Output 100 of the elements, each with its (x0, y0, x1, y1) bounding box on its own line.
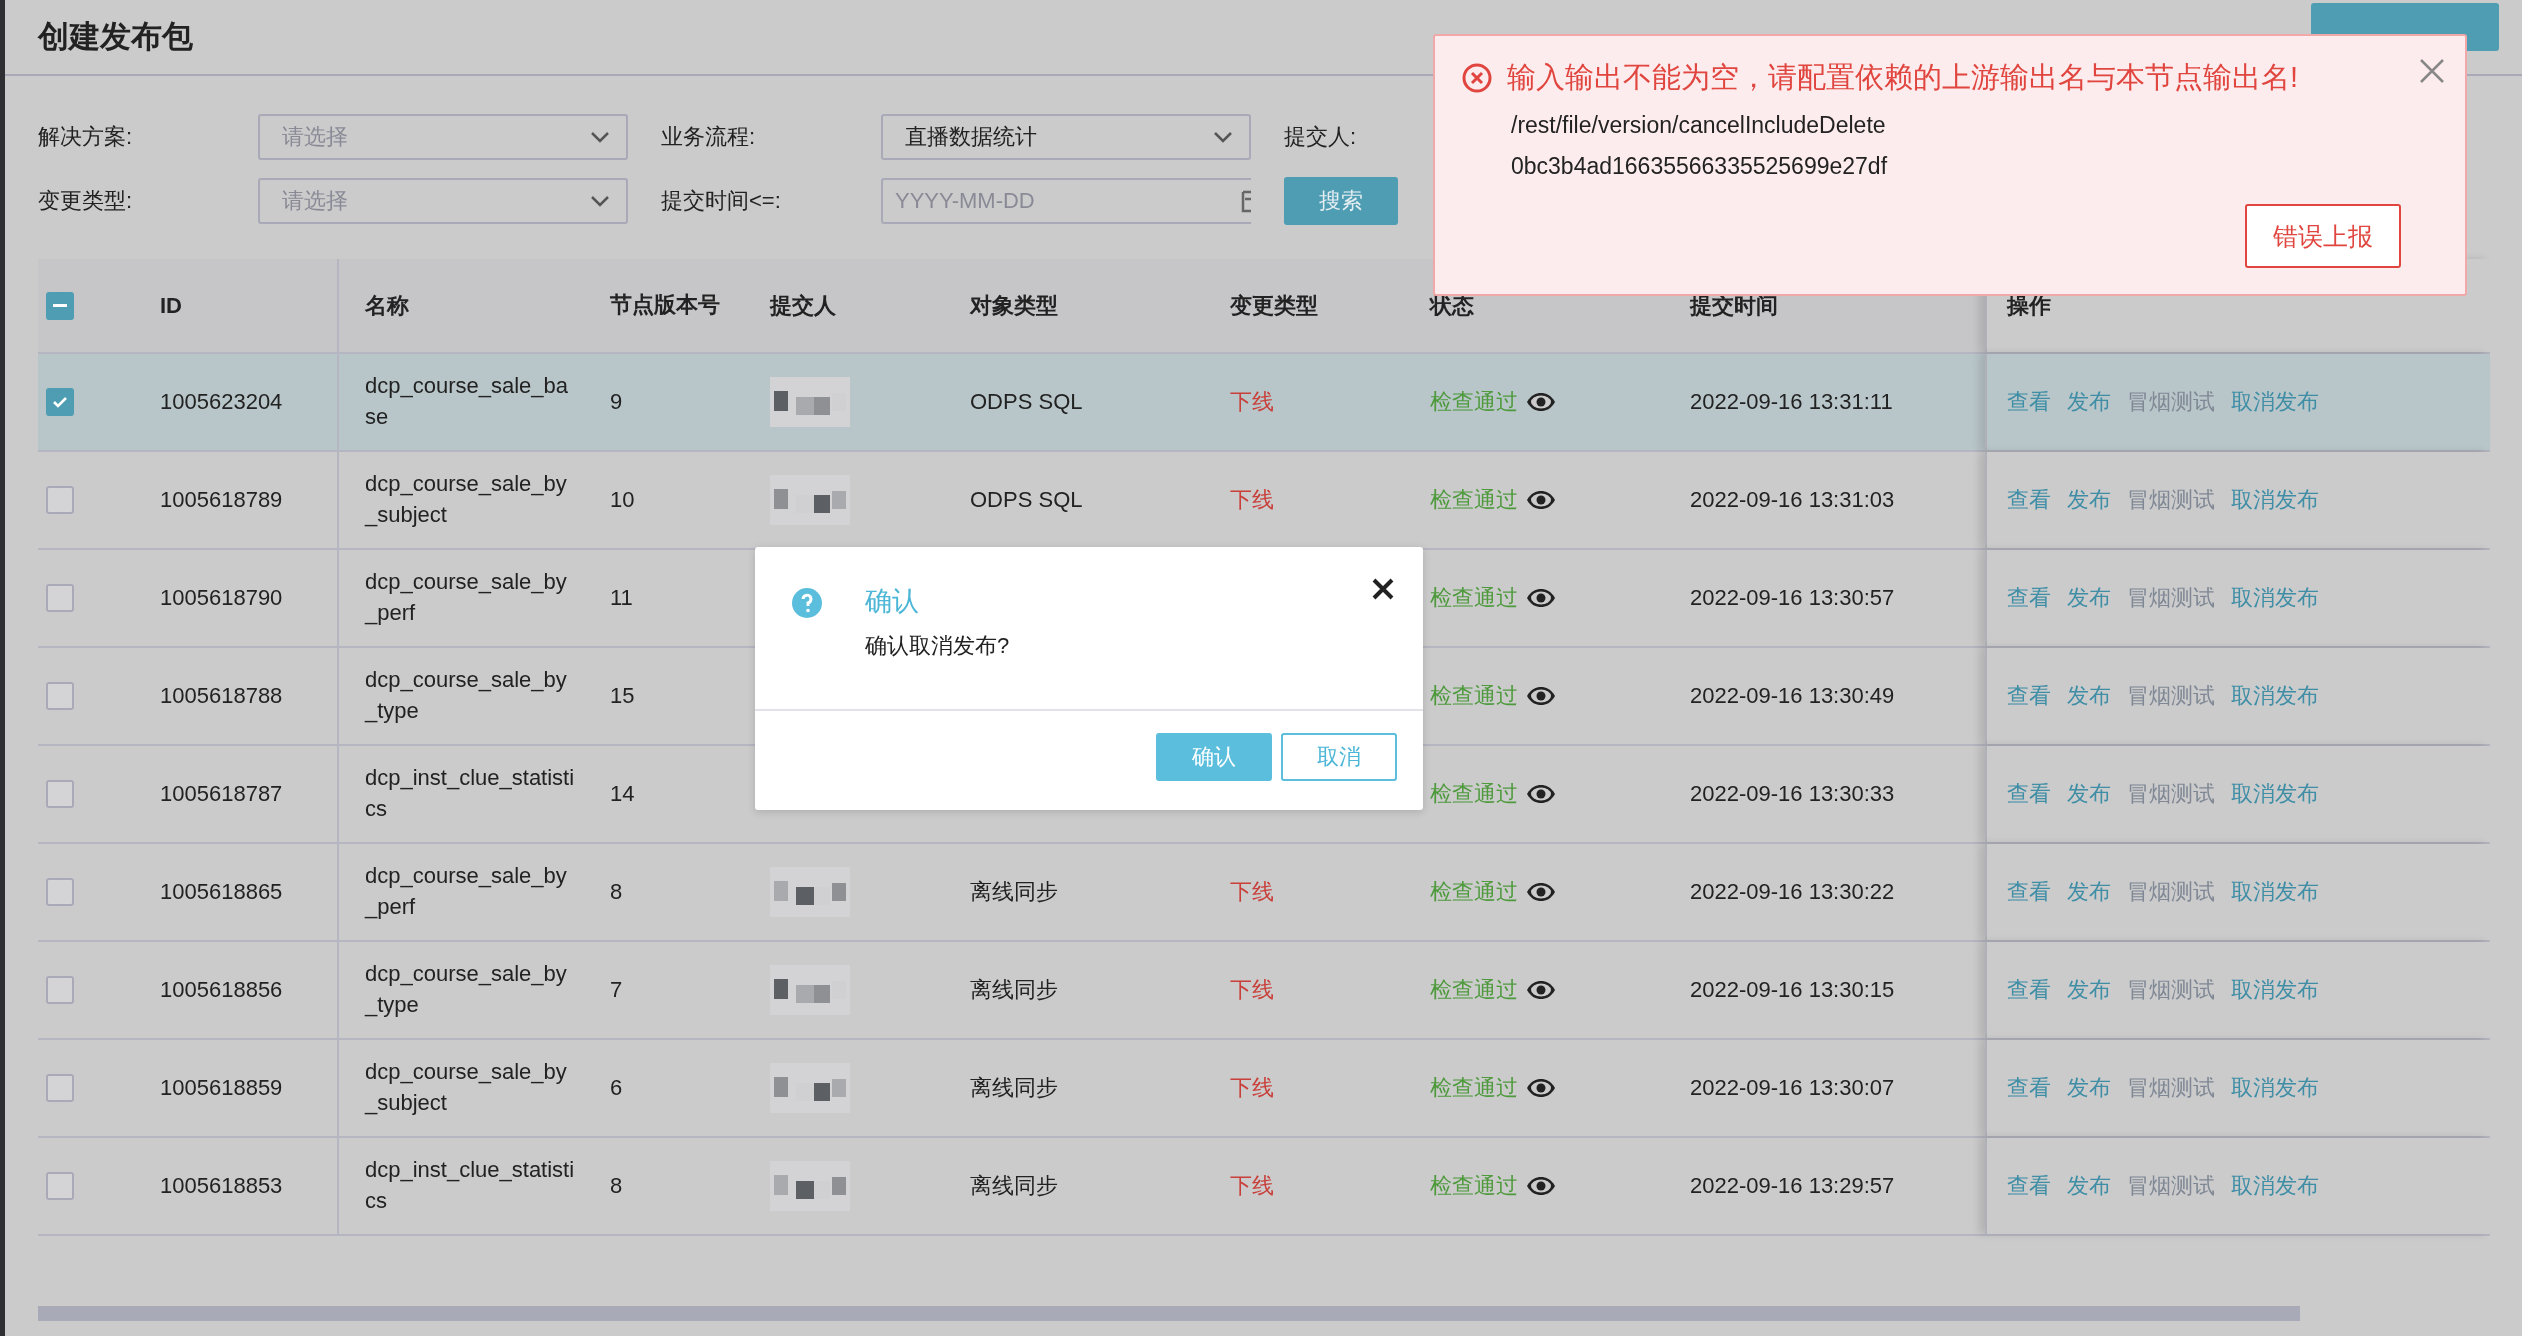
action-link[interactable]: 发布 (2067, 877, 2111, 907)
table-cell-text: 6 (610, 1074, 623, 1103)
action-link[interactable]: 发布 (2067, 975, 2111, 1005)
table-cell-text: 8 (610, 878, 623, 907)
status-text: 检查通过 (1430, 976, 1518, 1005)
action-link[interactable]: 发布 (2067, 485, 2111, 515)
action-link[interactable]: 取消发布 (2231, 387, 2319, 417)
action-link[interactable]: 发布 (2067, 387, 2111, 417)
action-link[interactable]: 取消发布 (2231, 779, 2319, 809)
minus-icon (53, 303, 67, 308)
table-cell-text: 2022-09-16 13:30:49 (1690, 682, 1895, 711)
column-header: 操作 (2007, 291, 2051, 320)
header-checkbox[interactable] (46, 291, 74, 320)
report-button[interactable]: 错误上报 (2245, 204, 2401, 268)
eye-icon[interactable] (1526, 784, 1556, 804)
scrollbar[interactable] (38, 1306, 2300, 1321)
table-cell-text: 2022-09-16 13:30:33 (1690, 780, 1895, 809)
action-link[interactable]: 取消发布 (2231, 877, 2319, 907)
table-cell-text: 1005623204 (160, 388, 283, 417)
table-cell-text: 14 (610, 780, 635, 809)
confirm-button[interactable]: 确认 (1156, 733, 1272, 781)
table-cell-text: 2022-09-16 13:30:15 (1690, 976, 1895, 1005)
status-text: 检查通过 (1430, 780, 1518, 809)
error-detail: /rest/file/version/cancelIncludeDelete (1511, 112, 1887, 139)
table-cell-text: 离线同步 (970, 878, 1058, 907)
row-checkbox[interactable] (46, 976, 74, 1004)
action-link[interactable]: 查看 (2007, 1171, 2051, 1201)
eye-icon[interactable] (1526, 980, 1556, 1000)
action-link[interactable]: 取消发布 (2231, 583, 2319, 613)
table-cell-text: ODPS SQL (970, 486, 1083, 515)
eye-icon[interactable] (1526, 1078, 1556, 1098)
row-checkbox[interactable] (46, 878, 74, 906)
action-link[interactable]: 取消发布 (2231, 975, 2319, 1005)
action-link[interactable]: 取消发布 (2231, 681, 2319, 711)
column-header: ID (160, 291, 182, 320)
action-link[interactable]: 发布 (2067, 1073, 2111, 1103)
row-checkbox[interactable] (46, 388, 74, 416)
status-text: 检查通过 (1430, 486, 1518, 515)
table-cell-text: 1005618789 (160, 486, 283, 515)
action-link[interactable]: 查看 (2007, 877, 2051, 907)
row-checkbox[interactable] (46, 780, 74, 808)
page-title: 创建发布包 (38, 18, 193, 56)
status-text: 检查通过 (1430, 682, 1518, 711)
table-cell-text: 7 (610, 976, 623, 1005)
table-cell-text: 下线 (1230, 878, 1274, 907)
action-link[interactable]: 查看 (2007, 681, 2051, 711)
select-field[interactable]: 直播数据统计 (881, 114, 1251, 160)
date-field[interactable]: YYYY-MM-DD (881, 178, 1251, 224)
table-cell-text: dcp_course_sale_by_type (365, 666, 568, 725)
table-cell-text: 下线 (1230, 976, 1274, 1005)
filter-label: 变更类型: (38, 187, 134, 215)
status-text: 检查通过 (1430, 1172, 1518, 1201)
action-link[interactable]: 查看 (2007, 779, 2051, 809)
table-cell-text: 2022-09-16 13:30:07 (1690, 1074, 1895, 1103)
eye-icon[interactable] (1526, 588, 1556, 608)
action-link[interactable]: 取消发布 (2231, 1171, 2319, 1201)
status-text: 检查通过 (1430, 878, 1518, 907)
action-link[interactable]: 查看 (2007, 583, 2051, 613)
action-link[interactable]: 取消发布 (2231, 485, 2319, 515)
table-cell-text: 1005618853 (160, 1172, 283, 1201)
select-field[interactable]: 请选择 (258, 178, 628, 224)
close-icon[interactable] (1371, 577, 1395, 601)
eye-icon[interactable] (1526, 1176, 1556, 1196)
row-checkbox[interactable] (46, 486, 74, 514)
dialog-title: 确认 (865, 585, 919, 618)
table-cell-text: 2022-09-16 13:31:03 (1690, 486, 1895, 515)
row-checkbox[interactable] (46, 682, 74, 710)
table-cell-text: 2022-09-16 13:30:57 (1690, 584, 1895, 613)
filter-label: 业务流程: (661, 123, 757, 151)
action-link[interactable]: 查看 (2007, 485, 2051, 515)
action-link[interactable]: 发布 (2067, 1171, 2111, 1201)
search-button[interactable]: 搜索 (1284, 177, 1398, 225)
action-link[interactable]: 查看 (2007, 975, 2051, 1005)
table-cell-text: dcp_course_sale_by_type (365, 960, 568, 1019)
eye-icon[interactable] (1526, 882, 1556, 902)
select-field[interactable]: 请选择 (258, 114, 628, 160)
action-link[interactable]: 查看 (2007, 387, 2051, 417)
row-checkbox[interactable] (46, 1172, 74, 1200)
row-checkbox[interactable] (46, 584, 74, 612)
eye-icon[interactable] (1526, 490, 1556, 510)
row-checkbox[interactable] (46, 1074, 74, 1102)
action-link[interactable]: 查看 (2007, 1073, 2051, 1103)
eye-icon[interactable] (1526, 686, 1556, 706)
cancel-button[interactable]: 取消 (1281, 733, 1397, 781)
table-cell-text: 离线同步 (970, 976, 1058, 1005)
action-link[interactable]: 发布 (2067, 583, 2111, 613)
table-cell-text: ODPS SQL (970, 388, 1083, 417)
table-cell-text: dcp_course_sale_by_perf (365, 568, 568, 627)
table-cell-text: 离线同步 (970, 1074, 1058, 1103)
dialog-message: 确认取消发布? (865, 632, 1011, 660)
table-cell-text: 10 (610, 486, 635, 515)
column-header: 提交人 (770, 291, 836, 320)
action-link[interactable]: 发布 (2067, 779, 2111, 809)
eye-icon[interactable] (1526, 392, 1556, 412)
action-link[interactable]: 取消发布 (2231, 1073, 2319, 1103)
status-text: 检查通过 (1430, 388, 1518, 417)
action-link[interactable]: 发布 (2067, 681, 2111, 711)
table-cell-text: 1005618865 (160, 878, 283, 907)
status-text: 检查通过 (1430, 584, 1518, 613)
table-cell-text: 离线同步 (970, 1172, 1058, 1201)
